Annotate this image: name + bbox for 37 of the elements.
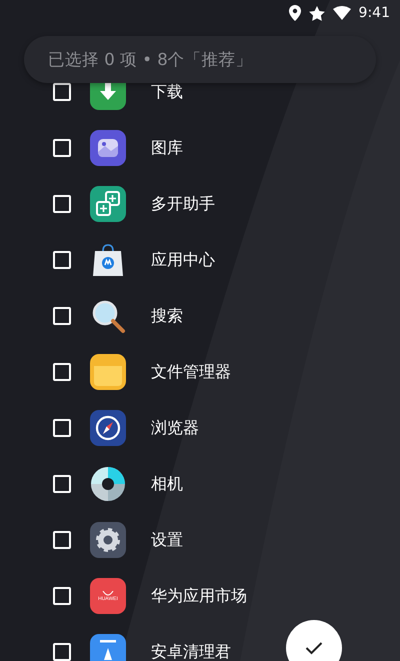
checkbox[interactable]	[53, 139, 71, 157]
checkbox[interactable]	[53, 643, 71, 661]
gear-icon	[90, 522, 126, 558]
app-name: 应用中心	[151, 249, 215, 271]
checkbox[interactable]	[53, 531, 71, 549]
star-icon	[308, 6, 325, 20]
smile-arc-icon	[102, 590, 114, 596]
compass-icon	[90, 410, 126, 446]
wifi-icon	[332, 6, 351, 20]
checkbox[interactable]	[53, 307, 71, 325]
app-name: 设置	[151, 529, 183, 551]
shopping-bag-icon	[90, 242, 126, 278]
app-name: 浏览器	[151, 417, 199, 439]
check-icon	[305, 641, 323, 655]
magnifier-icon	[90, 298, 126, 334]
aperture-icon	[90, 466, 126, 502]
app-name: 文件管理器	[151, 361, 231, 383]
checkbox[interactable]	[53, 475, 71, 493]
app-name: 安卓清理君	[151, 641, 231, 661]
checkbox[interactable]	[53, 363, 71, 381]
image-icon	[90, 130, 126, 166]
clock-time: 9:41	[358, 4, 390, 22]
app-name: 搜索	[151, 305, 183, 327]
windows-plus-icon	[90, 186, 126, 222]
app-name: 相机	[151, 473, 183, 495]
folder-icon	[90, 354, 126, 390]
search-field[interactable]: 已选择 0 项 • 8个「推荐」	[24, 36, 376, 83]
checkbox[interactable]	[53, 83, 71, 101]
location-icon	[288, 5, 301, 21]
checkbox[interactable]	[53, 587, 71, 605]
app-name: 华为应用市场	[151, 585, 247, 607]
checkbox[interactable]	[53, 419, 71, 437]
checkbox[interactable]	[53, 251, 71, 269]
app-name: 下载	[151, 81, 183, 103]
app-name: 多开助手	[151, 193, 215, 215]
checkbox[interactable]	[53, 195, 71, 213]
app-name: 图库	[151, 137, 183, 159]
